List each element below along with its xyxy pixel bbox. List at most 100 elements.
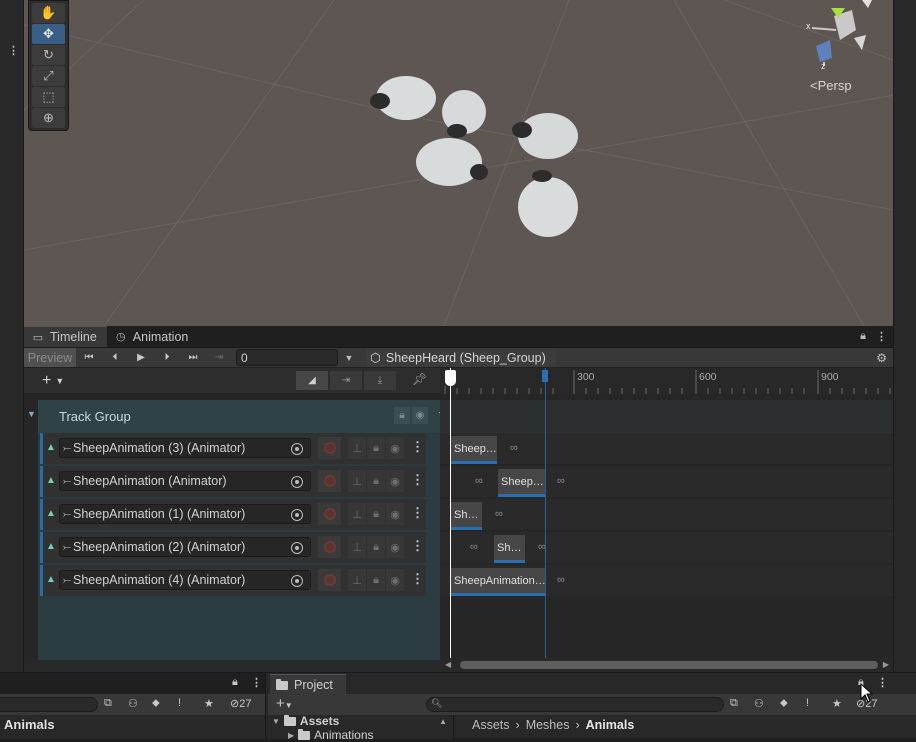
rotate-tool-button[interactable]: ↻ [32,45,65,65]
gear-icon[interactable]: ⚙ [876,351,887,365]
scroll-right-icon[interactable]: ▶ [883,660,889,669]
record-button[interactable] [318,437,341,459]
pin-icon[interactable]: ⊥ [348,536,366,558]
expand-arrow-icon[interactable]: ▼ [27,409,36,419]
kebab-menu-icon[interactable]: ⋮ [877,676,888,689]
kebab-menu-icon[interactable]: ⋮ [411,505,424,521]
previous-frame-button[interactable]: ⏴ [102,348,128,367]
animation-clip[interactable]: Sheep… [498,469,545,497]
search-by-type-icon[interactable]: ⧉ [730,697,738,710]
breadcrumb-item[interactable]: Assets [472,718,510,732]
lock-icon[interactable]: 🔒︎ [860,330,866,343]
track-binding-field[interactable]: ⤚ SheepAnimation (4) (Animator) [59,570,311,590]
object-picker-icon[interactable] [291,509,303,521]
collapse-arrow-icon[interactable]: ▶ [288,731,294,740]
record-button[interactable] [318,569,341,591]
tree-item-animations[interactable]: ▶ Animations [288,728,374,742]
track-row[interactable]: ▲ ⤚ SheepAnimation (4) (Animator) ⊥ 🔒︎ ◉ ⋮ [40,565,426,596]
scroll-up-icon[interactable]: ▲ [439,717,447,726]
transform-tool-button[interactable]: ⊕ [32,108,65,128]
lock-icon[interactable]: 🔒︎ [367,437,385,459]
track-binding-field[interactable]: ⤚ SheepAnimation (Animator) [59,471,311,491]
filter-by-type-icon[interactable]: ⚇ [128,697,138,710]
pin-icon[interactable]: ⊥ [348,569,366,591]
star-icon[interactable]: ★ [204,697,214,710]
lock-icon[interactable]: 🔒︎ [367,536,385,558]
search-input[interactable] [0,697,98,712]
playhead-handle[interactable] [445,370,456,386]
kebab-menu-icon[interactable]: ⋮ [411,439,424,455]
pin-icon[interactable]: ⊥ [348,470,366,492]
hidden-packages-button[interactable]: ⊘27 [230,697,251,710]
timeline-breadcrumb[interactable]: ⬡ SheepHeard (Sheep_Group) [366,348,556,367]
track-binding-field[interactable]: ⤚ SheepAnimation (3) (Animator) [59,438,311,458]
kebab-menu-icon[interactable]: ⋮ [411,472,424,488]
object-picker-icon[interactable] [291,443,303,455]
expand-arrow-icon[interactable]: ▼ [272,717,280,726]
project-search-input[interactable]: 🔍︎ [426,697,724,712]
kebab-menu-icon[interactable]: ⋮ [876,330,887,343]
animation-clip[interactable]: Sh… [451,502,482,530]
animation-clip[interactable]: Sh… [494,535,525,563]
last-frame-button[interactable]: ⏭ [180,348,206,367]
timeline-end-handle[interactable] [542,370,548,382]
scroll-left-icon[interactable]: ◀ [445,660,451,669]
more-options-icon[interactable]: ⋮ [8,44,19,57]
tab-project[interactable]: Project [270,674,346,695]
play-range-button[interactable]: ⇥ [206,348,232,367]
track-binding-field[interactable]: ⤚ SheepAnimation (2) (Animator) [59,537,311,557]
eye-icon[interactable]: ◉ [386,536,404,558]
snap-button[interactable]: ⤓ [364,371,396,390]
create-button[interactable]: +▼ [276,695,293,712]
record-button[interactable] [318,536,341,558]
kebab-menu-icon[interactable]: ⋮ [411,538,424,554]
animation-clip[interactable]: Sheep… [451,436,497,464]
lock-icon[interactable]: 🔒︎ [394,407,410,424]
track-row[interactable]: ▲ ⤚ SheepAnimation (1) (Animator) ⊥ 🔒︎ ◉ ⋮ [40,499,426,530]
label-icon[interactable]: ⬥ [780,697,788,710]
scene-view[interactable]: x z ✋ ✥ ↻ ⤢ ⬚ ⊕ <Persp [24,0,893,326]
scrollbar-thumb[interactable] [460,661,878,669]
breadcrumb-item[interactable]: Meshes [526,718,570,732]
rect-tool-button[interactable]: ⬚ [32,87,65,107]
label-icon[interactable]: ⬥ [152,697,160,710]
pin-icon[interactable]: 📌︎ [412,372,427,386]
sheep-models[interactable] [370,76,578,237]
preview-button[interactable]: Preview [24,348,76,367]
search-by-type-icon[interactable]: ⧉ [104,697,112,710]
eye-icon[interactable]: ◉ [386,569,404,591]
track-lane[interactable]: SheepAnimation… ∞ [440,565,893,596]
track-group-header[interactable]: ▼ Track Group 🔒︎ ◉ + [27,400,448,433]
record-button[interactable] [318,503,341,525]
pin-icon[interactable]: ⊥ [348,437,366,459]
track-binding-field[interactable]: ⤚ SheepAnimation (1) (Animator) [59,504,311,524]
replace-mode-button[interactable]: ⇥ [330,371,362,390]
horizontal-scrollbar[interactable]: ◀ ▶ [440,658,893,672]
lock-icon[interactable]: 🔒︎ [367,470,385,492]
track-row[interactable]: ▲ ⤚ SheepAnimation (Animator) ⊥ 🔒︎ ◉ ⋮ [40,466,426,497]
track-row[interactable]: ▲ ⤚ SheepAnimation (3) (Animator) ⊥ 🔒︎ ◉ ⋮ [40,433,426,464]
kebab-menu-icon[interactable]: ⋮ [251,676,262,689]
breadcrumb-item[interactable]: Animals [586,718,635,732]
eye-icon[interactable]: ◉ [412,407,428,424]
move-tool-button[interactable]: ✥ [32,24,65,44]
orientation-gizmo[interactable] [811,0,872,66]
add-track-button[interactable]: + ▼ [42,372,64,390]
ripple-mode-button[interactable]: ◢ [296,371,328,390]
time-ruler[interactable]: 300 600 900 [440,368,893,394]
animation-clip[interactable]: SheepAnimation… [451,568,545,596]
eye-icon[interactable]: ◉ [386,470,404,492]
next-frame-button[interactable]: ⏵ [154,348,180,367]
track-lane[interactable]: Sh… ∞ [440,499,893,530]
object-picker-icon[interactable] [291,575,303,587]
track-lane[interactable]: ∞ Sheep… ∞ [440,466,893,497]
tab-timeline[interactable]: ▭ Timeline [24,326,107,347]
warning-icon[interactable]: ! [806,697,809,709]
object-picker-icon[interactable] [291,476,303,488]
hand-tool-button[interactable]: ✋ [32,3,65,23]
track-lane[interactable]: Sheep… ∞ [440,433,893,464]
record-button[interactable] [318,470,341,492]
star-icon[interactable]: ★ [832,697,842,710]
lock-icon[interactable]: 🔒︎ [232,676,238,689]
play-button[interactable]: ▶ [128,348,154,367]
